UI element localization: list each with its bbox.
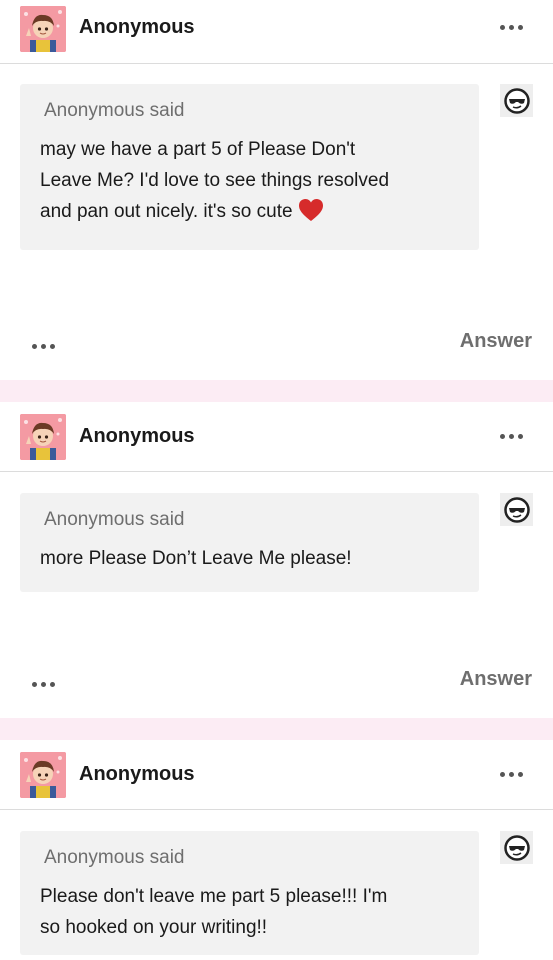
said-label: said <box>149 100 185 121</box>
ask-bubble: Anonymous said more Please Don’t Leave M… <box>20 493 479 592</box>
asker-name: Anonymous <box>44 100 145 121</box>
asker-line: Anonymous said <box>44 100 461 122</box>
dot-icon <box>41 681 46 687</box>
answer-button[interactable]: Answer <box>460 668 532 691</box>
question-line: may we have a part 5 of Please Don't <box>40 139 356 160</box>
asker-name: Anonymous <box>44 509 145 530</box>
ask-bubble: Anonymous said may we have a part 5 of P… <box>20 84 479 250</box>
post-footer: Answer <box>0 668 553 698</box>
dot-icon <box>508 771 514 777</box>
dot-icon <box>517 433 523 439</box>
dot-icon <box>499 24 505 30</box>
author-avatar[interactable] <box>20 414 66 460</box>
red-heart-icon <box>298 198 324 232</box>
post-header: Anonymous <box>0 402 553 472</box>
post-options-button[interactable] <box>495 761 527 787</box>
avatar-illustration-icon <box>20 752 66 798</box>
question-line-with-emoji: and pan out nicely. it's so cute <box>40 196 461 232</box>
sunglasses-face-icon <box>503 87 530 114</box>
post-footer: Answer <box>0 330 553 360</box>
said-label: said <box>149 847 185 868</box>
avatar-illustration-icon <box>20 6 66 52</box>
footer-options-button[interactable] <box>32 336 55 356</box>
asker-line: Anonymous said <box>44 509 461 531</box>
dot-icon <box>499 433 505 439</box>
author-avatar[interactable] <box>20 752 66 798</box>
question-text: Please don't leave me part 5 please!!! I… <box>40 881 461 943</box>
dot-icon <box>517 771 523 777</box>
ask-post-card: Anonymous Anonymous said Please don't le… <box>0 740 553 960</box>
post-options-button[interactable] <box>495 423 527 449</box>
author-name[interactable]: Anonymous <box>79 425 195 448</box>
dot-icon <box>517 24 523 30</box>
ask-feed: Anonymous Anonymous said may we have a p… <box>0 0 553 960</box>
avatar-illustration-icon <box>20 414 66 460</box>
question-text: more Please Don’t Leave Me please! <box>40 543 461 574</box>
author-avatar[interactable] <box>20 6 66 52</box>
question-line: and pan out nicely. it's so cute <box>40 201 293 222</box>
ask-bubble: Anonymous said Please don't leave me par… <box>20 831 479 955</box>
dot-icon <box>32 681 37 687</box>
post-header: Anonymous <box>0 0 553 64</box>
dot-icon <box>32 343 37 349</box>
answer-button[interactable]: Answer <box>460 330 532 353</box>
question-line: Leave Me? I'd love to see things resolve… <box>40 170 390 191</box>
ask-post-card: Anonymous Anonymous said more Please Don… <box>0 402 553 718</box>
asker-avatar[interactable] <box>500 84 533 117</box>
question-line: more Please Don’t Leave Me please! <box>40 548 352 569</box>
dot-icon <box>50 343 55 349</box>
asker-avatar[interactable] <box>500 493 533 526</box>
asker-line: Anonymous said <box>44 847 461 869</box>
post-separator <box>0 380 553 402</box>
asker-name: Anonymous <box>44 847 145 868</box>
author-name[interactable]: Anonymous <box>79 16 195 39</box>
sunglasses-face-icon <box>503 496 530 523</box>
ask-post-card: Anonymous Anonymous said may we have a p… <box>0 0 553 380</box>
sunglasses-face-icon <box>503 834 530 861</box>
author-name[interactable]: Anonymous <box>79 763 195 786</box>
post-header: Anonymous <box>0 740 553 810</box>
post-separator <box>0 718 553 740</box>
dot-icon <box>508 24 514 30</box>
asker-avatar[interactable] <box>500 831 533 864</box>
question-line: so hooked on your writing!! <box>40 917 268 938</box>
footer-options-button[interactable] <box>32 674 55 694</box>
dot-icon <box>41 343 46 349</box>
dot-icon <box>508 433 514 439</box>
dot-icon <box>499 771 505 777</box>
question-line: Please don't leave me part 5 please!!! I… <box>40 886 388 907</box>
dot-icon <box>50 681 55 687</box>
said-label: said <box>149 509 185 530</box>
question-text: may we have a part 5 of Please Don't Lea… <box>40 134 461 232</box>
post-options-button[interactable] <box>495 14 527 40</box>
